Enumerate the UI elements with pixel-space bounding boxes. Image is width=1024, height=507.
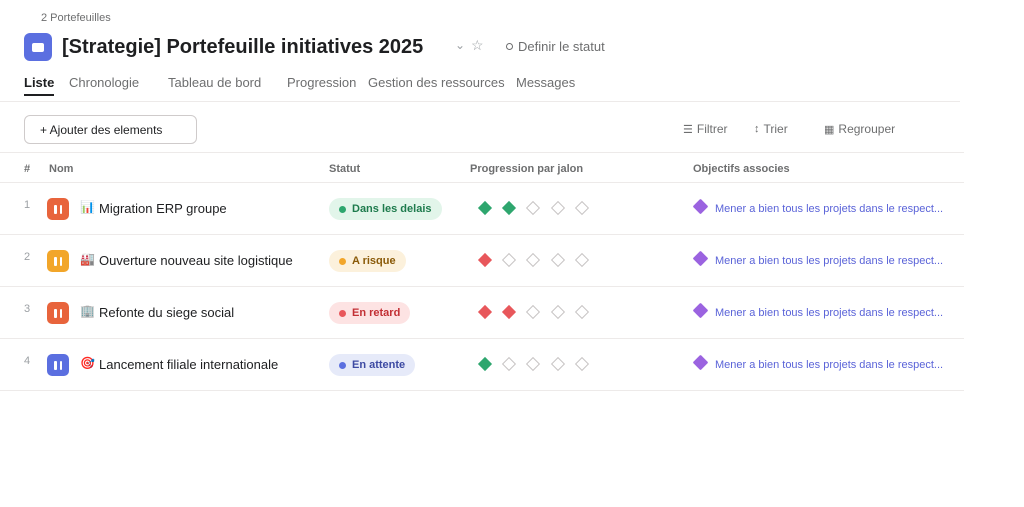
chart-emoji-icon: 📊	[80, 200, 95, 214]
filter-button[interactable]: ☰ Filtrer	[683, 122, 728, 136]
objective-link[interactable]: Mener a bien tous les projets dans le re…	[715, 307, 943, 319]
milestone-complete-diamond[interactable]	[477, 356, 493, 372]
milestone-progress	[477, 304, 601, 320]
milestone-pending-diamond[interactable]	[526, 356, 541, 372]
filter-label: Filtrer	[696, 122, 728, 136]
page-title[interactable]: [Strategie] Portefeuille initiatives 202…	[62, 36, 423, 59]
column-milestones[interactable]: Progression par jalon	[470, 163, 583, 175]
project-icon[interactable]	[47, 198, 69, 220]
milestone-pending-diamond[interactable]	[550, 356, 565, 372]
column-status[interactable]: Statut	[329, 163, 360, 175]
milestone-complete-diamond[interactable]	[477, 200, 493, 216]
objective-icon	[692, 302, 709, 319]
objective-icon	[692, 250, 709, 267]
tab-progression[interactable]: Progression	[287, 75, 356, 90]
tab-tableau-de-bord[interactable]: Tableau de bord	[168, 75, 261, 90]
project-icon[interactable]	[47, 354, 69, 376]
table-row[interactable]: 3 🏢 Refonte du siege social En retard Me…	[0, 287, 964, 339]
status-circle-icon	[506, 43, 513, 50]
star-icon[interactable]: ☆	[471, 37, 484, 54]
milestone-complete-diamond[interactable]	[502, 200, 517, 216]
filter-icon: ☰	[683, 123, 693, 136]
target-emoji-icon: 🎯	[80, 356, 95, 370]
row-number: 1	[24, 199, 31, 211]
status-badge[interactable]: Dans les delais	[329, 198, 442, 220]
status-label: En retard	[352, 307, 401, 319]
project-name[interactable]: Migration ERP groupe	[99, 201, 227, 216]
status-label: En attente	[352, 359, 406, 371]
row-number: 4	[24, 355, 31, 367]
row-number: 3	[24, 303, 31, 315]
group-icon: ▦	[824, 123, 835, 136]
tab-gestion-des-ressources[interactable]: Gestion des ressources	[368, 75, 505, 90]
milestone-pending-diamond[interactable]	[526, 252, 541, 268]
tab-messages[interactable]: Messages	[516, 75, 575, 90]
milestone-pending-diamond[interactable]	[574, 356, 589, 372]
sort-button[interactable]: ↕ Trier	[754, 122, 788, 136]
milestone-pending-diamond[interactable]	[574, 252, 589, 268]
milestone-complete-diamond[interactable]	[502, 304, 517, 320]
milestone-pending-diamond[interactable]	[502, 356, 517, 372]
project-name[interactable]: Ouverture nouveau site logistique	[99, 253, 293, 268]
set-status-label: Definir le statut	[518, 39, 605, 54]
column-objectives[interactable]: Objectifs associes	[693, 163, 790, 175]
row-number: 2	[24, 251, 31, 263]
add-elements-button[interactable]: + Ajouter des elements	[24, 115, 197, 144]
status-dot	[339, 205, 346, 213]
table-row[interactable]: 4 🎯 Lancement filiale internationale En …	[0, 339, 964, 391]
tab-bar: Liste Chronologie Tableau de bord Progre…	[0, 75, 960, 102]
status-label: Dans les delais	[352, 203, 432, 215]
milestone-pending-diamond[interactable]	[502, 252, 517, 268]
status-badge[interactable]: A risque	[329, 250, 406, 272]
objective-icon	[692, 198, 709, 215]
set-status-button[interactable]: Definir le statut	[506, 39, 605, 54]
milestone-progress	[477, 200, 601, 216]
project-icon[interactable]	[47, 250, 69, 272]
page-header: [Strategie] Portefeuille initiatives 202…	[24, 32, 423, 62]
milestone-progress	[477, 252, 601, 268]
project-name[interactable]: Refonte du siege social	[99, 305, 234, 320]
tab-chronologie[interactable]: Chronologie	[69, 75, 139, 90]
status-badge[interactable]: En retard	[329, 302, 411, 324]
sort-label: Trier	[763, 122, 788, 136]
project-name[interactable]: Lancement filiale internationale	[99, 357, 278, 372]
factory-emoji-icon: 🏭	[80, 252, 95, 266]
milestone-pending-diamond[interactable]	[550, 252, 565, 268]
status-label: A risque	[352, 255, 396, 267]
group-button[interactable]: ▦ Regrouper	[824, 122, 895, 136]
tab-liste[interactable]: Liste	[24, 75, 55, 96]
milestone-pending-diamond[interactable]	[550, 304, 565, 320]
column-name[interactable]: Nom	[49, 163, 73, 175]
sort-icon: ↕	[754, 123, 760, 135]
objective-icon	[692, 354, 709, 371]
milestone-pending-diamond[interactable]	[526, 200, 541, 216]
status-dot	[339, 257, 346, 265]
portfolio-icon	[24, 33, 52, 61]
status-dot	[339, 309, 346, 317]
milestone-progress	[477, 356, 601, 372]
objective-link[interactable]: Mener a bien tous les projets dans le re…	[715, 203, 943, 215]
table-row[interactable]: 1 📊 Migration ERP groupe Dans les delais…	[0, 183, 964, 235]
table-row[interactable]: 2 🏭 Ouverture nouveau site logistique A …	[0, 235, 964, 287]
breadcrumb[interactable]: 2 Portefeuilles	[41, 12, 111, 24]
project-icon[interactable]	[47, 302, 69, 324]
chevron-down-icon[interactable]: ⌄	[455, 38, 465, 52]
milestone-complete-diamond[interactable]	[477, 304, 493, 320]
column-number: #	[24, 163, 31, 175]
objective-link[interactable]: Mener a bien tous les projets dans le re…	[715, 359, 943, 371]
milestone-pending-diamond[interactable]	[574, 200, 589, 216]
status-badge[interactable]: En attente	[329, 354, 416, 376]
milestone-pending-diamond[interactable]	[526, 304, 541, 320]
table-header: # Nom Statut Progression par jalon Objec…	[0, 152, 964, 183]
objective-link[interactable]: Mener a bien tous les projets dans le re…	[715, 255, 943, 267]
milestone-complete-diamond[interactable]	[477, 252, 493, 268]
milestone-pending-diamond[interactable]	[550, 200, 565, 216]
office-emoji-icon: 🏢	[80, 304, 95, 318]
status-dot	[339, 361, 346, 369]
milestone-pending-diamond[interactable]	[574, 304, 589, 320]
group-label: Regrouper	[838, 122, 896, 136]
